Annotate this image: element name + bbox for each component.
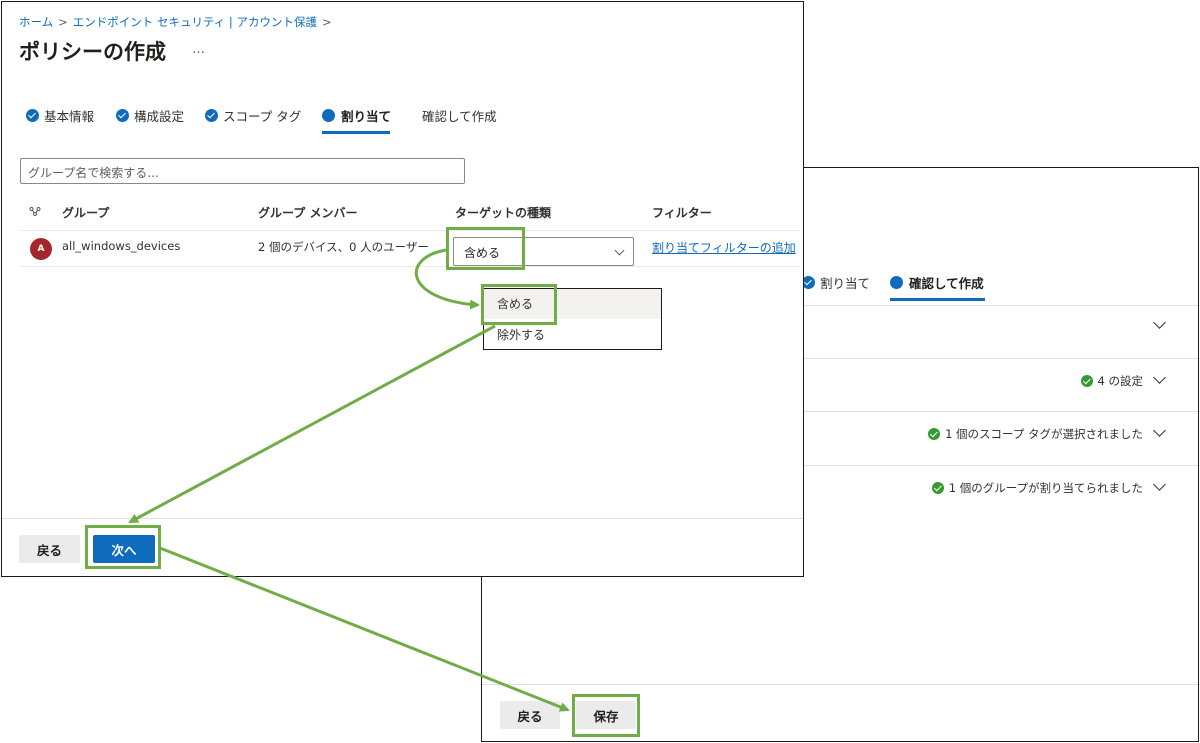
group-search-input[interactable]: グループ名で検索する... <box>20 158 465 184</box>
column-header-group[interactable]: グループ <box>62 204 109 221</box>
step-configuration[interactable]: 構成設定 <box>116 106 184 125</box>
breadcrumb-separator-icon: > <box>321 15 332 29</box>
section-summary-assignments: 1 個のグループが割り当てられました <box>931 480 1143 496</box>
summary-text: 1 個のグループが割り当てられました <box>948 481 1143 495</box>
step-label: 割り当て <box>341 109 392 124</box>
footer-divider <box>482 684 1198 685</box>
check-circle-icon <box>116 109 129 122</box>
expand-chevron-icon[interactable] <box>1153 478 1166 491</box>
check-circle-icon <box>205 109 218 122</box>
check-circle-icon <box>26 109 39 122</box>
group-members: 2 個のデバイス、0 人のユーザー <box>258 240 429 254</box>
group-avatar: A <box>30 238 52 260</box>
breadcrumb: ホーム > エンドポイント セキュリティ | アカウント保護 > <box>19 14 337 30</box>
footer-divider <box>2 518 803 519</box>
breadcrumb-separator-icon: > <box>58 15 68 29</box>
assignments-panel: ホーム > エンドポイント セキュリティ | アカウント保護 > ポリシーの作成 … … <box>1 1 804 577</box>
success-check-icon <box>931 482 944 494</box>
target-type-dropdown: 含める 除外する <box>483 288 662 350</box>
step-scope-tags[interactable]: スコープ タグ <box>205 106 301 125</box>
chevron-down-icon <box>614 245 625 256</box>
summary-text: 1 個のスコープ タグが選択されました <box>945 427 1143 441</box>
target-type-select[interactable]: 含める <box>453 237 634 266</box>
add-assignment-filter-link[interactable]: 割り当てフィルターの追加 <box>652 239 796 256</box>
step-review-create[interactable]: 確認して作成 <box>422 106 497 125</box>
next-button[interactable]: 次へ <box>93 535 155 563</box>
step-assignments[interactable]: 割り当て <box>322 106 391 125</box>
target-type-value: 含める <box>464 246 501 260</box>
save-button[interactable]: 保存 <box>576 701 636 729</box>
section-summary-settings: 4 の設定 <box>1080 373 1143 389</box>
header-divider <box>20 230 800 231</box>
back-button[interactable]: 戻る <box>500 701 560 729</box>
success-check-icon <box>1080 375 1093 387</box>
breadcrumb-home[interactable]: ホーム <box>19 15 53 29</box>
expand-chevron-icon[interactable] <box>1153 424 1166 437</box>
step-label: 確認して作成 <box>909 276 984 291</box>
column-header-filter[interactable]: フィルター <box>652 204 712 221</box>
dropdown-option-include[interactable]: 含める <box>484 289 661 319</box>
expand-chevron-icon[interactable] <box>1153 371 1166 384</box>
section-summary-scope-tags: 1 個のスコープ タグが選択されました <box>928 426 1143 442</box>
step-basics[interactable]: 基本情報 <box>26 106 94 125</box>
back-button[interactable]: 戻る <box>19 535 80 563</box>
step-label: 構成設定 <box>134 109 185 124</box>
success-check-icon <box>928 428 941 440</box>
column-header-members[interactable]: グループ メンバー <box>258 204 357 221</box>
more-options-icon[interactable]: … <box>192 42 206 57</box>
breadcrumb-endpoint-security[interactable]: エンドポイント セキュリティ | アカウント保護 <box>73 15 317 29</box>
active-step-underline <box>890 298 985 301</box>
current-step-icon <box>322 109 335 122</box>
group-type-icon <box>29 207 41 216</box>
step-label: 確認して作成 <box>422 109 497 124</box>
column-header-target-type[interactable]: ターゲットの種類 <box>455 204 551 221</box>
dropdown-option-exclude[interactable]: 除外する <box>484 320 661 350</box>
current-step-icon <box>890 276 903 289</box>
page-title: ポリシーの作成 <box>19 40 166 64</box>
step-label: スコープ タグ <box>223 109 302 124</box>
step-review-create[interactable]: 確認して作成 <box>890 273 984 292</box>
row-divider <box>20 266 800 267</box>
step-label: 割り当て <box>820 276 871 291</box>
group-name: all_windows_devices <box>62 239 181 253</box>
active-step-underline <box>322 131 390 134</box>
step-label: 基本情報 <box>44 109 95 124</box>
summary-text: 4 の設定 <box>1097 374 1143 388</box>
expand-chevron-icon[interactable] <box>1153 316 1166 329</box>
step-assignments[interactable]: 割り当て <box>802 273 870 292</box>
